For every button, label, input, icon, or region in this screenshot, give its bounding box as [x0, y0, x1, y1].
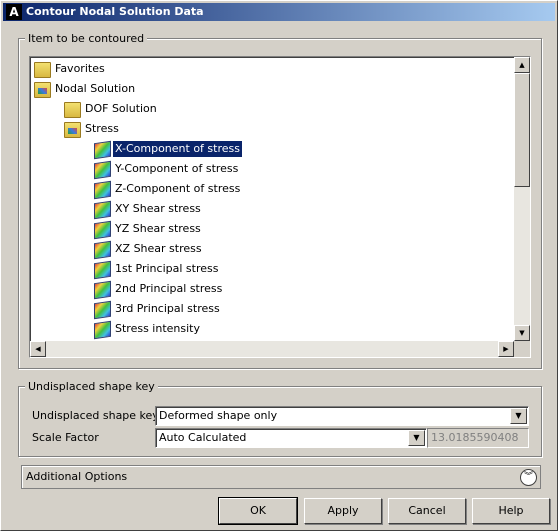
cube-icon: [94, 200, 111, 220]
scale-factor-number-text: 13.0185590408: [431, 431, 519, 444]
scroll-left-icon[interactable]: ◀: [30, 341, 46, 357]
scale-factor-select[interactable]: Auto Calculated ▼: [155, 428, 427, 448]
horizontal-scrollbar[interactable]: ◀ ▶: [30, 341, 514, 357]
dialog-window: A Contour Nodal Solution Data Item to be…: [0, 0, 558, 531]
cube-icon: [94, 280, 111, 300]
double-chevron-down-icon[interactable]: ︾: [520, 469, 537, 486]
shape-group-label: Undisplaced shape key: [25, 380, 158, 393]
additional-options-label: Additional Options: [26, 470, 128, 483]
apply-button[interactable]: Apply: [304, 498, 382, 524]
shape-key-select[interactable]: Deformed shape only ▼: [155, 406, 529, 426]
scroll-up-icon[interactable]: ▲: [514, 57, 530, 73]
cube-icon: [94, 180, 111, 200]
scale-factor-label: Scale Factor: [32, 431, 99, 444]
cube-icon: [94, 240, 111, 260]
tree-item-label: YZ Shear stress: [115, 222, 201, 235]
folder-icon: [64, 102, 81, 118]
cube-icon: [94, 300, 111, 320]
cube-icon: [94, 160, 111, 180]
tree-item-label: 3rd Principal stress: [115, 302, 220, 315]
scroll-right-icon[interactable]: ▶: [498, 341, 514, 357]
tree-item-label: Stress intensity: [115, 322, 200, 335]
help-button[interactable]: Help: [472, 498, 550, 524]
shape-key-label: Undisplaced shape key: [32, 409, 159, 422]
additional-options-expander[interactable]: Additional Options ︾: [21, 465, 541, 489]
scroll-down-icon[interactable]: ▼: [514, 325, 530, 341]
scroll-corner: [514, 341, 530, 357]
cube-icon: [94, 220, 111, 240]
chevron-down-icon[interactable]: ▼: [408, 430, 425, 446]
vertical-scrollbar[interactable]: ▲ ▼: [514, 57, 530, 341]
tree-item-label: Z-Component of stress: [115, 182, 241, 195]
ansys-logo-icon: A: [6, 4, 22, 20]
tree-item-label: 1st Principal stress: [115, 262, 219, 275]
tree-item-label: XY Shear stress: [115, 202, 201, 215]
title-bar[interactable]: A Contour Nodal Solution Data: [3, 3, 555, 21]
item-group-label: Item to be contoured: [25, 32, 148, 45]
open-folder-icon: [64, 122, 81, 138]
cancel-button[interactable]: Cancel: [388, 498, 466, 524]
tree-item-label: Y-Component of stress: [115, 162, 239, 175]
scale-factor-number: 13.0185590408: [427, 428, 529, 448]
cube-icon: [94, 140, 111, 160]
open-folder-icon: [34, 82, 51, 98]
cube-icon: [94, 260, 111, 280]
cube-icon: [94, 320, 111, 340]
scale-factor-value: Auto Calculated: [159, 431, 247, 444]
shape-key-value: Deformed shape only: [159, 409, 278, 422]
tree-item-label: Nodal Solution: [55, 82, 136, 95]
folder-icon: [34, 62, 51, 78]
tree-item-label: X-Component of stress: [112, 140, 243, 158]
tree-item-label: XZ Shear stress: [115, 242, 202, 255]
solution-tree[interactable]: Favorites Nodal Solution DOF Solution Stres…: [29, 56, 531, 358]
tree-item-label: Favorites: [55, 62, 105, 75]
tree-item-label: DOF Solution: [85, 102, 157, 115]
window-title: Contour Nodal Solution Data: [26, 5, 204, 18]
vertical-scroll-thumb[interactable]: [514, 73, 530, 187]
chevron-down-icon[interactable]: ▼: [510, 408, 527, 424]
tree-item-label: Stress: [85, 122, 119, 135]
tree-item-label: 2nd Principal stress: [115, 282, 223, 295]
ok-button[interactable]: OK: [218, 497, 298, 525]
